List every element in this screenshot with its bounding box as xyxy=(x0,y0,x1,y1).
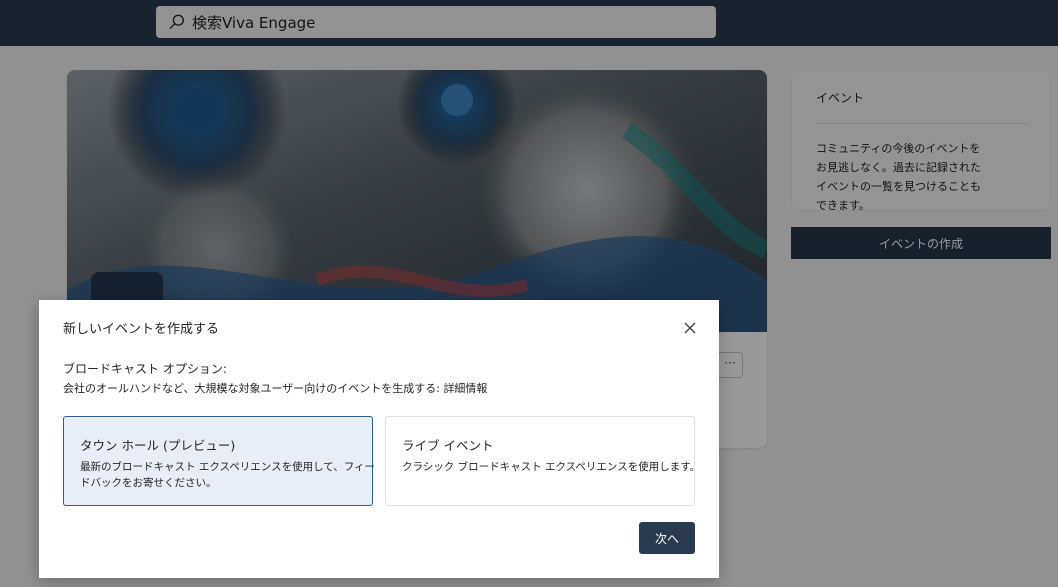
close-button[interactable] xyxy=(681,320,699,338)
description-text: 会社のオールハンドなど、大規模な対象ユーザー向けのイベントを生成する: xyxy=(63,382,440,395)
broadcast-options-description: 会社のオールハンドなど、大規模な対象ユーザー向けのイベントを生成する: 詳細情報 xyxy=(63,380,487,396)
next-button[interactable]: 次へ xyxy=(639,522,695,554)
learn-more-link[interactable]: 詳細情報 xyxy=(443,382,487,395)
create-event-dialog: 新しいイベントを作成する ブロードキャスト オプション: 会社のオールハンドなど… xyxy=(39,300,719,578)
option-description: 最新のブロードキャスト エクスペリエンスを使用して、フィードバックをお寄せくださ… xyxy=(80,461,376,489)
broadcast-options-heading: ブロードキャスト オプション: xyxy=(63,362,227,376)
option-label: ライブ イベント xyxy=(402,438,494,453)
option-description: クラシック ブロードキャスト エクスペリエンスを使用します。 xyxy=(402,461,701,473)
option-live-event[interactable]: ライブ イベント クラシック ブロードキャスト エクスペリエンスを使用します。 xyxy=(385,416,700,506)
option-town-hall[interactable]: タウン ホール (プレビュー) 最新のブロードキャスト エクスペリエンスを使用し… xyxy=(63,416,375,506)
option-label: タウン ホール (プレビュー) xyxy=(80,438,236,453)
close-icon xyxy=(684,322,696,333)
dialog-title: 新しいイベントを作成する xyxy=(63,322,220,337)
